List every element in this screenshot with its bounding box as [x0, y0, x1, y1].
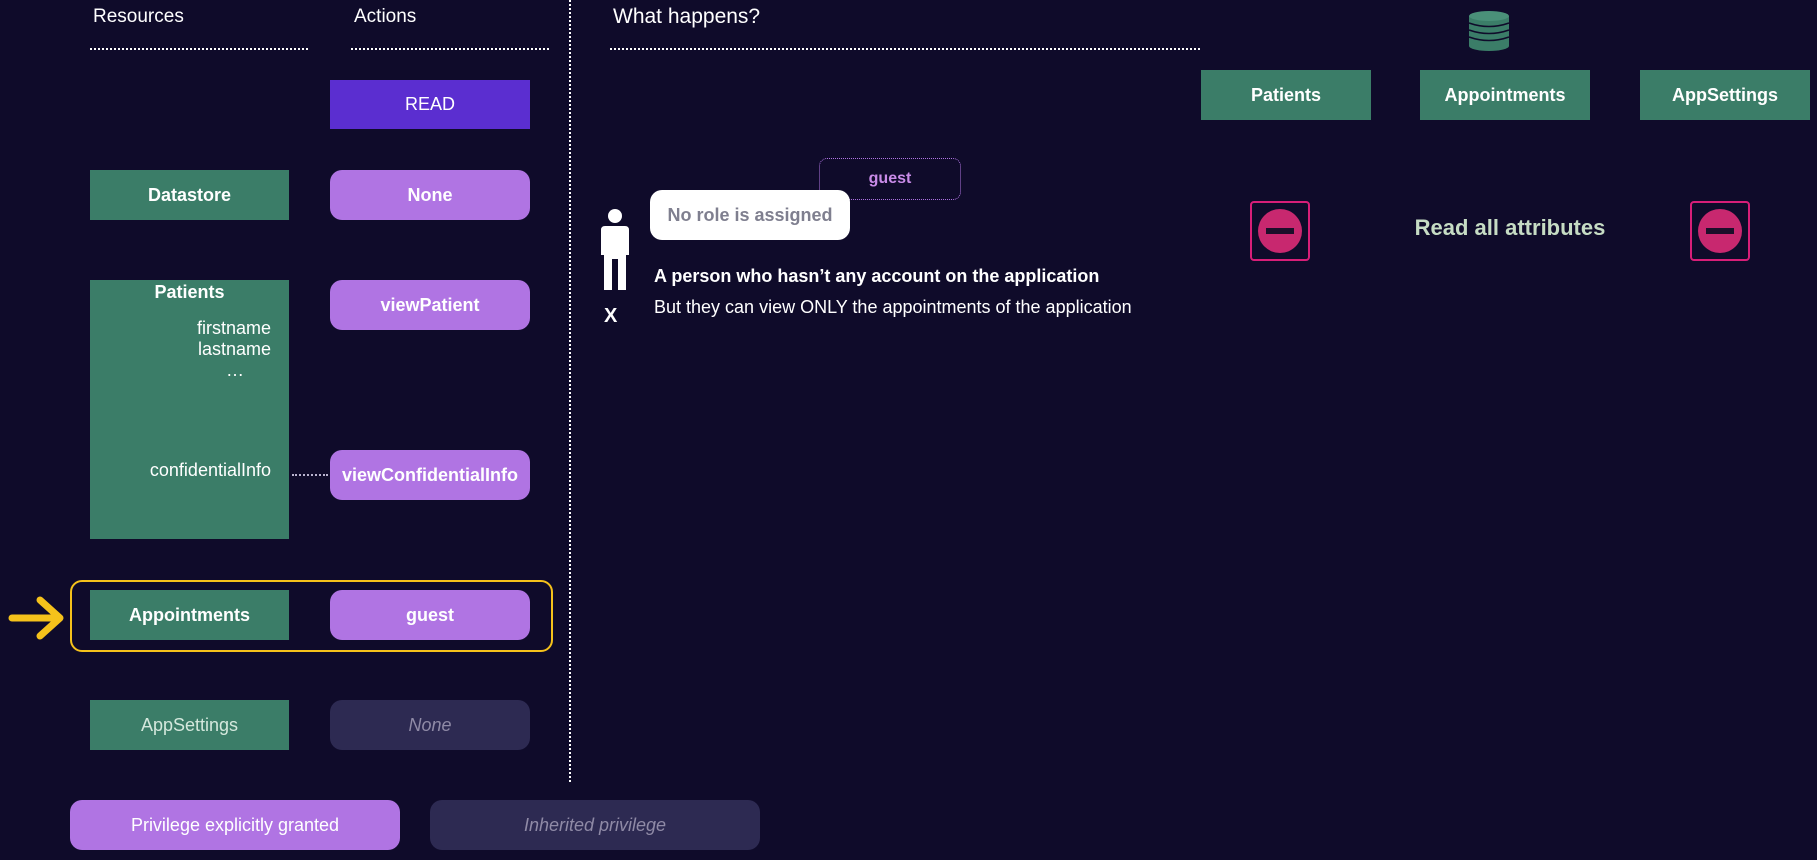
- what-happens-header: What happens?: [613, 5, 761, 28]
- resource-patients-label: Patients: [154, 282, 225, 302]
- attr-lastname: lastname: [197, 339, 271, 359]
- read-header: READ: [330, 80, 530, 129]
- appointments-result: Read all attributes: [1414, 215, 1606, 240]
- arrow-right-icon: [8, 596, 64, 640]
- confidential-connector: [292, 474, 328, 476]
- column-divider: [569, 0, 571, 782]
- attr-firstname: firstname: [196, 318, 271, 338]
- scenario-title: A person who hasn’t any account on the a…: [654, 266, 1100, 286]
- resource-datastore: Datastore: [90, 170, 289, 220]
- resource-appointments: Appointments: [90, 590, 289, 640]
- database-icon: [1468, 11, 1510, 51]
- no-role-bubble: No role is assigned: [650, 190, 850, 240]
- resource-appsettings: AppSettings: [90, 700, 289, 750]
- action-appsettings-inherited-none: None: [330, 700, 530, 750]
- what-happens-underline: [610, 48, 1200, 50]
- legend-granted: Privilege explicitly granted: [70, 800, 400, 850]
- no-entry-icon: [1690, 201, 1750, 261]
- person-icon: [601, 209, 629, 290]
- action-view-confidential-info: viewConfidentialInfo: [330, 450, 530, 500]
- resources-header-underline: [90, 48, 308, 50]
- attr-confidential-info: confidentialInfo: [149, 460, 271, 480]
- legend-inherited: Inherited privilege: [430, 800, 760, 850]
- column-appsettings: AppSettings: [1640, 70, 1810, 120]
- actions-header-underline: [351, 48, 549, 50]
- column-patients: Patients: [1201, 70, 1371, 120]
- person-mark: X: [604, 305, 618, 327]
- actions-header: Actions: [354, 6, 417, 27]
- action-guest: guest: [330, 590, 530, 640]
- attr-more: …: [226, 360, 244, 380]
- action-datastore-none: None: [330, 170, 530, 220]
- scenario-description: But they can view ONLY the appointments …: [654, 297, 1132, 317]
- resources-header: Resources: [93, 6, 184, 27]
- no-entry-icon: [1250, 201, 1310, 261]
- action-view-patient: viewPatient: [330, 280, 530, 330]
- column-appointments: Appointments: [1420, 70, 1590, 120]
